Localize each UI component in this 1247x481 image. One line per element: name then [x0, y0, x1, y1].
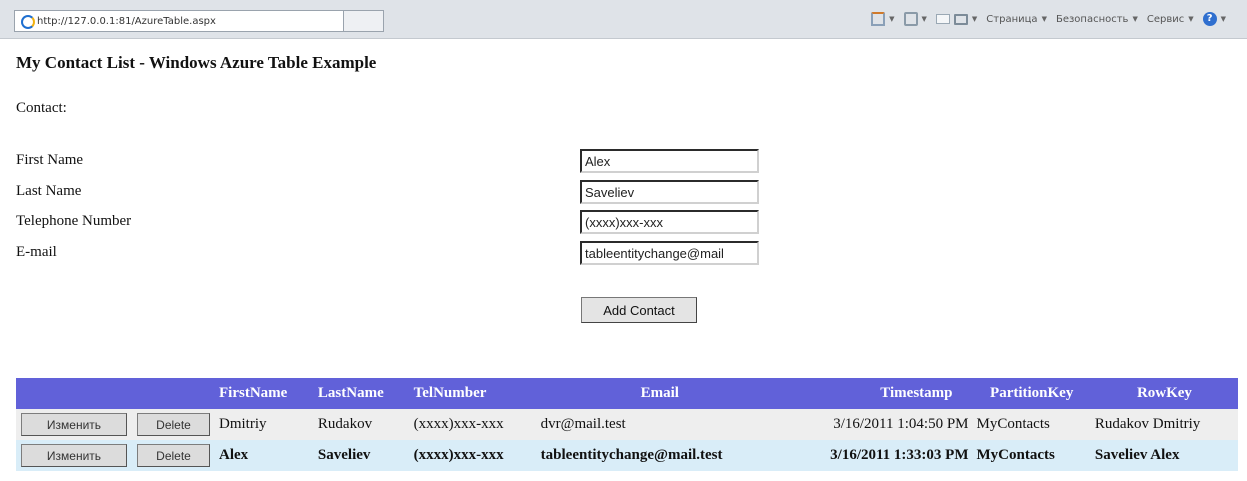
delete-button[interactable]: Delete: [137, 444, 210, 467]
grid-header-rowkey: RowKey: [1090, 378, 1238, 409]
browser-tab[interactable]: http://127.0.0.1:81/AzureTable.aspx: [14, 10, 344, 32]
cell-firstname: Alex: [215, 440, 314, 471]
help-dropdown-icon[interactable]: ▼: [1221, 15, 1226, 23]
contact-section-label: Contact:: [16, 100, 67, 116]
browser-toolbar: http://127.0.0.1:81/AzureTable.aspx ▼ ▼ …: [0, 0, 1247, 39]
cell-partitionkey: MyContacts: [972, 440, 1091, 471]
home-dropdown-icon[interactable]: ▼: [889, 15, 894, 23]
edit-cell: Изменить: [16, 440, 132, 471]
grid-header-email: Email: [536, 378, 783, 409]
cell-rowkey: Saveliev Alex: [1090, 440, 1238, 471]
telephone-input[interactable]: [580, 210, 759, 234]
grid-header-partitionkey: PartitionKey: [972, 378, 1091, 409]
grid-header-edit: [16, 378, 132, 409]
cell-email: dvr@mail.test: [536, 409, 783, 440]
grid-header-row: FirstName LastName TelNumber Email Times…: [16, 378, 1238, 409]
telephone-label: Telephone Number: [16, 213, 132, 229]
cell-rowkey: Rudakov Dmitriy: [1090, 409, 1238, 440]
table-row-selected: Изменить Delete Alex Saveliev (xxxx)xxx-…: [16, 440, 1238, 471]
cell-telnumber: (xxxx)xxx-xxx: [409, 440, 537, 471]
grid-header-delete: [132, 378, 215, 409]
security-menu-dropdown-icon[interactable]: ▼: [1132, 15, 1137, 23]
print-icon[interactable]: [953, 13, 968, 25]
help-icon[interactable]: ?: [1202, 12, 1217, 26]
edit-button[interactable]: Изменить: [21, 444, 127, 467]
last-name-label: Last Name: [16, 183, 82, 199]
print-dropdown-icon[interactable]: ▼: [972, 15, 977, 23]
last-name-input[interactable]: [580, 180, 759, 204]
tools-menu[interactable]: Сервис: [1147, 14, 1184, 25]
page-menu-dropdown-icon[interactable]: ▼: [1042, 15, 1047, 23]
edit-cell: Изменить: [16, 409, 132, 440]
table-row: Изменить Delete Dmitriy Rudakov (xxxx)xx…: [16, 409, 1238, 440]
cell-timestamp: 3/16/2011 1:33:03 PM: [782, 440, 973, 471]
first-name-label: First Name: [16, 152, 84, 168]
contacts-grid: FirstName LastName TelNumber Email Times…: [16, 378, 1238, 471]
cell-firstname: Dmitriy: [215, 409, 314, 440]
cell-partitionkey: MyContacts: [972, 409, 1091, 440]
grid-header-telnumber: TelNumber: [409, 378, 537, 409]
tools-menu-dropdown-icon[interactable]: ▼: [1188, 15, 1193, 23]
feeds-dropdown-icon[interactable]: ▼: [922, 15, 927, 23]
email-input[interactable]: [580, 241, 759, 265]
security-menu[interactable]: Безопасность: [1056, 14, 1129, 25]
edit-button[interactable]: Изменить: [21, 413, 127, 436]
delete-cell: Delete: [132, 440, 215, 471]
command-bar: ▼ ▼ ▼ Страница ▼ Безопасность ▼ Сервис ▼ ? ▼: [869, 8, 1233, 30]
tab-url: http://127.0.0.1:81/AzureTable.aspx: [37, 15, 216, 27]
email-label: E-mail: [16, 244, 57, 260]
delete-cell: Delete: [132, 409, 215, 440]
cell-lastname: Saveliev: [313, 440, 410, 471]
cell-lastname: Rudakov: [313, 409, 410, 440]
new-tab-button[interactable]: [344, 10, 384, 32]
grid-header-firstname: FirstName: [215, 378, 314, 409]
page-menu[interactable]: Страница: [986, 14, 1037, 25]
grid-header-lastname: LastName: [313, 378, 410, 409]
add-contact-button[interactable]: Add Contact: [581, 297, 697, 323]
cell-telnumber: (xxxx)xxx-xxx: [409, 409, 537, 440]
mail-icon[interactable]: [935, 14, 950, 24]
first-name-input[interactable]: [580, 149, 759, 173]
cell-timestamp: 3/16/2011 1:04:50 PM: [782, 409, 973, 440]
delete-button[interactable]: Delete: [137, 413, 210, 436]
page-title: My Contact List - Windows Azure Table Ex…: [16, 53, 377, 72]
home-icon[interactable]: [871, 12, 886, 26]
internet-explorer-icon: [20, 14, 35, 29]
feeds-icon[interactable]: [903, 12, 918, 26]
grid-header-timestamp: Timestamp: [782, 378, 973, 409]
cell-email: tableentitychange@mail.test: [536, 440, 783, 471]
